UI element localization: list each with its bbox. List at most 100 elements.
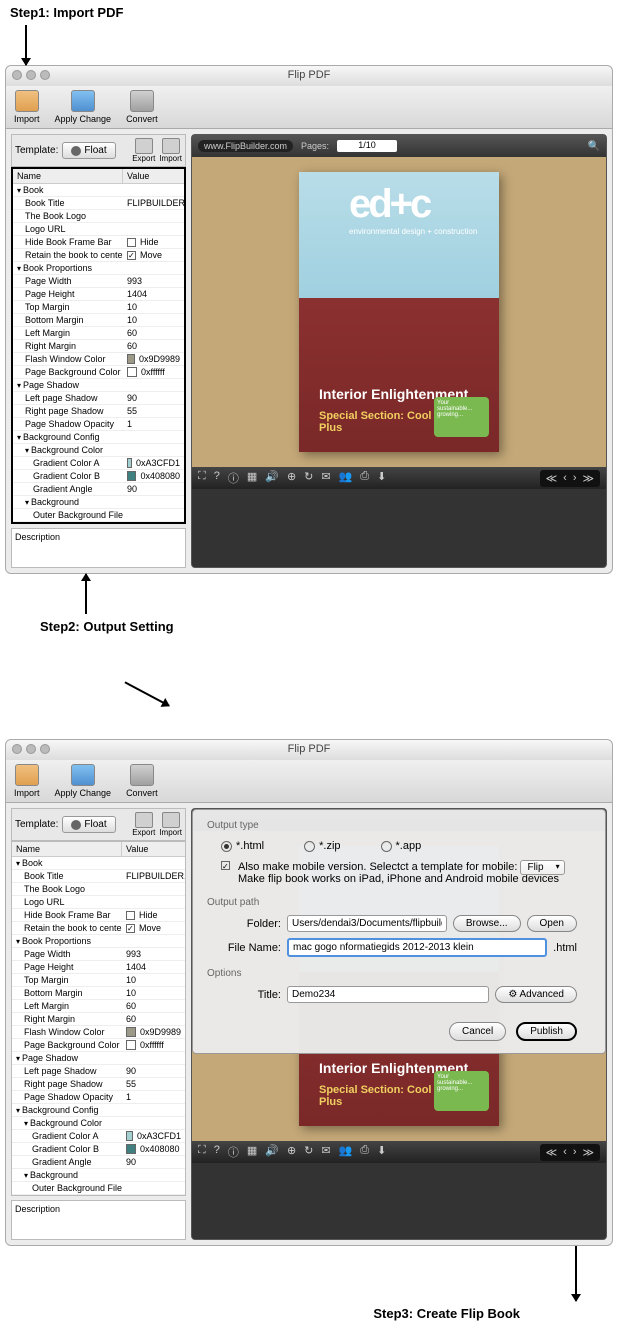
autoflip-icon-2[interactable]: ↻ [304, 1144, 313, 1160]
download-icon-2[interactable]: ⬇ [377, 1144, 386, 1160]
properties-table[interactable]: Name Value BookBook TitleFLIPBUILDER.The… [11, 167, 186, 524]
prop-row[interactable]: The Book Logo [12, 883, 185, 896]
color-swatch[interactable] [126, 1040, 136, 1050]
prop-value[interactable]: 10 [122, 987, 185, 999]
prop-row[interactable]: Right Margin60 [12, 1013, 185, 1026]
prop-value[interactable]: 10 [122, 974, 185, 986]
close-dot[interactable] [12, 70, 22, 80]
prop-value[interactable]: 0xffffff [123, 366, 184, 378]
minimize-dot-2[interactable] [26, 744, 36, 754]
prop-row[interactable]: Gradient Angle90 [13, 483, 184, 496]
prop-row[interactable]: Left Margin60 [12, 1000, 185, 1013]
import-button-2[interactable]: Import [14, 764, 40, 798]
next-page-icon-2[interactable]: › [573, 1146, 577, 1159]
prop-row[interactable]: Background [12, 1169, 185, 1182]
info-icon-2[interactable]: ⓘ [228, 1144, 239, 1160]
checkbox-icon[interactable] [126, 911, 135, 920]
prop-row[interactable]: Top Margin10 [12, 974, 185, 987]
color-swatch[interactable] [126, 1027, 136, 1037]
cancel-button[interactable]: Cancel [449, 1022, 506, 1041]
prop-value[interactable]: Hide [122, 909, 185, 921]
prop-value[interactable]: 60 [122, 1000, 185, 1012]
prop-value[interactable]: 0x408080 [123, 470, 184, 482]
prop-row[interactable]: Gradient Color A0xA3CFD1 [13, 457, 184, 470]
prop-value[interactable] [122, 1169, 185, 1181]
prop-row[interactable]: Right page Shadow55 [12, 1078, 185, 1091]
open-button[interactable]: Open [527, 915, 577, 932]
prop-row[interactable]: Left Margin60 [13, 327, 184, 340]
prop-value[interactable] [123, 184, 184, 196]
prop-row[interactable]: Gradient Angle90 [12, 1156, 185, 1169]
prop-value[interactable]: 55 [122, 1078, 185, 1090]
properties-table-2[interactable]: Name Value BookBook TitleFLIPBUILDER.The… [11, 841, 186, 1196]
checkbox-icon[interactable] [127, 238, 136, 247]
apply-change-button-2[interactable]: Apply Change [55, 764, 112, 798]
prop-value[interactable]: 60 [123, 327, 184, 339]
folder-input[interactable] [287, 915, 447, 932]
prop-row[interactable]: Right page Shadow55 [13, 405, 184, 418]
prop-row[interactable]: Gradient Color A0xA3CFD1 [12, 1130, 185, 1143]
prop-value[interactable] [122, 857, 185, 869]
prop-value[interactable]: Move [122, 922, 185, 934]
prop-row[interactable]: Flash Window Color0x9D9989 [13, 353, 184, 366]
zoom-in-icon-2[interactable]: ⊕ [287, 1144, 296, 1160]
prop-value[interactable]: 0xA3CFD1 [123, 457, 184, 469]
prop-value[interactable]: 1404 [122, 961, 185, 973]
convert-button-2[interactable]: Convert [126, 764, 158, 798]
first-page-icon-2[interactable]: ≪ [546, 1146, 558, 1159]
prop-row[interactable]: Page Shadow Opacity1 [12, 1091, 185, 1104]
prop-value[interactable] [123, 210, 184, 222]
prop-row[interactable]: Page Shadow Opacity1 [13, 418, 184, 431]
prop-row[interactable]: Background Color [12, 1117, 185, 1130]
color-swatch[interactable] [127, 458, 132, 468]
prop-value[interactable]: 0xA3CFD1 [122, 1130, 185, 1142]
color-swatch[interactable] [127, 354, 135, 364]
prop-value[interactable] [123, 509, 184, 521]
float-button[interactable]: Float [62, 142, 115, 159]
prop-row[interactable]: Book [12, 857, 185, 870]
prop-row[interactable]: Page Height1404 [13, 288, 184, 301]
prop-row[interactable]: Outer Background File [13, 509, 184, 522]
prop-value[interactable] [123, 431, 184, 443]
prop-value[interactable] [122, 896, 185, 908]
fullscreen-icon[interactable]: ⛶ [198, 470, 206, 486]
publish-button[interactable]: Publish [516, 1022, 577, 1041]
prop-row[interactable]: Hide Book Frame BarHide [12, 909, 185, 922]
prop-value[interactable]: 90 [122, 1156, 185, 1168]
prop-value[interactable] [123, 444, 184, 456]
prop-row[interactable]: Bottom Margin10 [13, 314, 184, 327]
zoom-dot-2[interactable] [40, 744, 50, 754]
prop-row[interactable]: Page Background Color0xffffff [13, 366, 184, 379]
pages-input[interactable]: 1/10 [337, 140, 397, 152]
print-icon[interactable]: ⎙ [360, 470, 369, 486]
prop-row[interactable]: Retain the book to centerMove [13, 249, 184, 262]
mail-icon-2[interactable]: ✉ [321, 1144, 330, 1160]
prop-value[interactable] [123, 262, 184, 274]
prop-value[interactable]: 55 [123, 405, 184, 417]
prop-row[interactable]: Left page Shadow90 [12, 1065, 185, 1078]
prop-value[interactable] [122, 1117, 185, 1129]
book-area[interactable]: ed+c environmental design + construction… [192, 157, 606, 467]
fullscreen-icon-2[interactable]: ⛶ [198, 1144, 206, 1160]
prop-row[interactable]: Background [13, 496, 184, 509]
minimize-dot[interactable] [26, 70, 36, 80]
prop-value[interactable]: 60 [123, 340, 184, 352]
next-page-icon[interactable]: › [573, 472, 577, 485]
prop-value[interactable]: 1404 [123, 288, 184, 300]
prop-value[interactable]: Move [123, 249, 184, 261]
browse-button[interactable]: Browse... [453, 915, 521, 932]
prop-value[interactable]: 90 [123, 483, 184, 495]
prop-row[interactable]: Outer Background File [12, 1182, 185, 1195]
share-icon[interactable]: 👥 [339, 470, 353, 486]
color-swatch[interactable] [126, 1144, 136, 1154]
color-swatch[interactable] [127, 367, 137, 377]
prop-row[interactable]: Hide Book Frame BarHide [13, 236, 184, 249]
radio-zip[interactable]: *.zip [304, 840, 340, 852]
prop-value[interactable]: 60 [122, 1013, 185, 1025]
prop-row[interactable]: Page Height1404 [12, 961, 185, 974]
color-swatch[interactable] [127, 471, 136, 481]
thumbnails-icon-2[interactable]: ▦ [247, 1144, 257, 1160]
apply-change-button[interactable]: Apply Change [55, 90, 112, 124]
info-icon[interactable]: ⓘ [228, 470, 239, 486]
prop-row[interactable]: Logo URL [12, 896, 185, 909]
